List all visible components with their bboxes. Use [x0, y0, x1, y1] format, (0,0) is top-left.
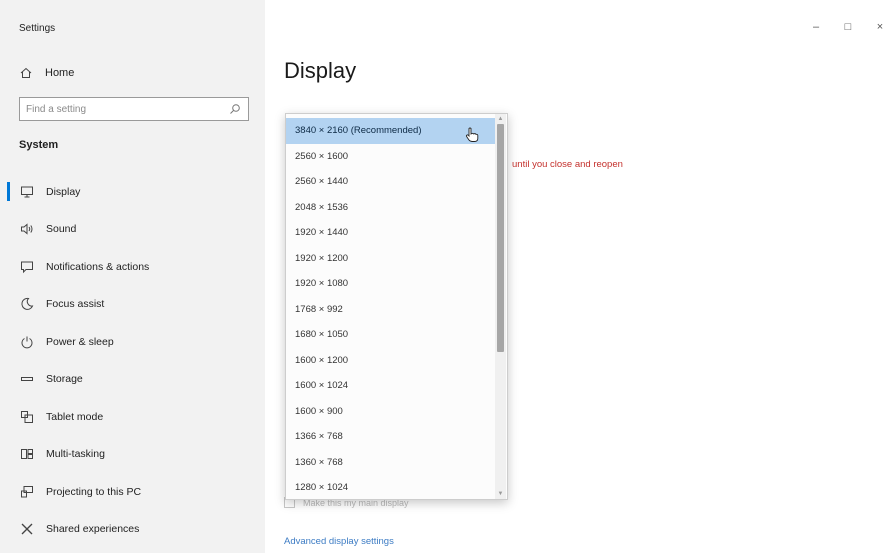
- minimize-button[interactable]: –: [800, 16, 832, 38]
- sidebar-item-label: Focus assist: [46, 298, 105, 311]
- tablet-icon: [19, 409, 35, 425]
- sidebar-item-label: Notifications & actions: [46, 260, 150, 273]
- sidebar-item-label: Projecting to this PC: [46, 485, 142, 498]
- resolution-option[interactable]: 1920 × 1080: [286, 271, 495, 297]
- sidebar-item-power-sleep[interactable]: Power & sleep: [0, 323, 265, 361]
- resolution-option[interactable]: 1680 × 1050: [286, 322, 495, 348]
- sidebar-item-tablet-mode[interactable]: Tablet mode: [0, 398, 265, 436]
- sidebar-item-label: Shared experiences: [46, 523, 140, 536]
- scroll-up-arrow-icon[interactable]: ▲: [495, 114, 506, 124]
- scroll-down-arrow-icon[interactable]: ▼: [495, 489, 506, 499]
- resolution-option[interactable]: 1920 × 1440: [286, 220, 495, 246]
- sidebar: Settings Home System Display Sound: [0, 0, 265, 553]
- resolution-option[interactable]: 2560 × 1600: [286, 144, 495, 170]
- resolution-option[interactable]: 1366 × 768: [286, 424, 495, 450]
- resolution-option[interactable]: 1600 × 1024: [286, 373, 495, 399]
- resolution-option[interactable]: 1920 × 1200: [286, 246, 495, 272]
- maximize-button[interactable]: □: [832, 16, 864, 38]
- sidebar-item-label: Display: [46, 185, 81, 198]
- resolution-option[interactable]: 1600 × 900: [286, 399, 495, 425]
- dropdown-scrollbar[interactable]: ▲ ▼: [495, 114, 506, 499]
- sidebar-item-notifications[interactable]: Notifications & actions: [0, 248, 265, 286]
- section-label-system: System: [19, 139, 59, 151]
- close-button[interactable]: ×: [864, 16, 896, 38]
- resolution-option[interactable]: 3840 × 2160 (Recommended): [286, 118, 495, 144]
- sidebar-item-label: Tablet mode: [46, 410, 104, 423]
- sidebar-item-label: Sound: [46, 223, 77, 236]
- shared-icon: [19, 521, 35, 537]
- app-title: Settings: [19, 23, 56, 34]
- resolution-option[interactable]: 1600 × 1200: [286, 348, 495, 374]
- multitasking-icon: [19, 446, 35, 462]
- search-box[interactable]: [19, 97, 249, 121]
- storage-icon: [19, 371, 35, 387]
- projector-icon: [19, 484, 35, 500]
- power-icon: [19, 334, 35, 350]
- resolution-option[interactable]: 2560 × 1440: [286, 169, 495, 195]
- sidebar-item-label: Storage: [46, 373, 83, 386]
- resolution-option[interactable]: 2048 × 1536: [286, 195, 495, 221]
- sidebar-item-display[interactable]: Display: [0, 173, 265, 211]
- monitor-icon: [19, 184, 35, 200]
- scrollbar-thumb[interactable]: [497, 124, 504, 352]
- speaker-icon: [19, 221, 35, 237]
- advanced-display-settings-link[interactable]: Advanced display settings: [284, 536, 394, 547]
- moon-icon: [19, 296, 35, 312]
- sidebar-item-multitasking[interactable]: Multi-tasking: [0, 436, 265, 474]
- sidebar-item-label: Power & sleep: [46, 335, 114, 348]
- sidebar-item-sound[interactable]: Sound: [0, 211, 265, 249]
- sidebar-item-label: Multi-tasking: [46, 448, 105, 461]
- sidebar-nav-list: Display Sound Notifications & actions Fo…: [0, 173, 265, 548]
- sidebar-item-projecting[interactable]: Projecting to this PC: [0, 473, 265, 511]
- home-icon: [19, 67, 33, 79]
- resolution-option[interactable]: 1360 × 768: [286, 450, 495, 476]
- sidebar-item-focus-assist[interactable]: Focus assist: [0, 286, 265, 324]
- notification-icon: [19, 259, 35, 275]
- search-icon[interactable]: [228, 102, 242, 116]
- resolution-dropdown-list[interactable]: 3840 × 2160 (Recommended) 2560 × 1600 25…: [285, 113, 508, 500]
- search-input[interactable]: [26, 103, 228, 115]
- sidebar-item-label: Home: [45, 67, 75, 79]
- resolution-option[interactable]: 1280 × 1024: [286, 475, 495, 499]
- window-controls: – □ ×: [800, 16, 896, 38]
- sidebar-item-storage[interactable]: Storage: [0, 361, 265, 399]
- restart-warning-text: until you close and reopen: [512, 159, 623, 170]
- resolution-option[interactable]: 1768 × 992: [286, 297, 495, 323]
- sidebar-item-home[interactable]: Home: [19, 64, 74, 82]
- sidebar-item-shared-experiences[interactable]: Shared experiences: [0, 511, 265, 549]
- page-title: Display: [284, 58, 357, 83]
